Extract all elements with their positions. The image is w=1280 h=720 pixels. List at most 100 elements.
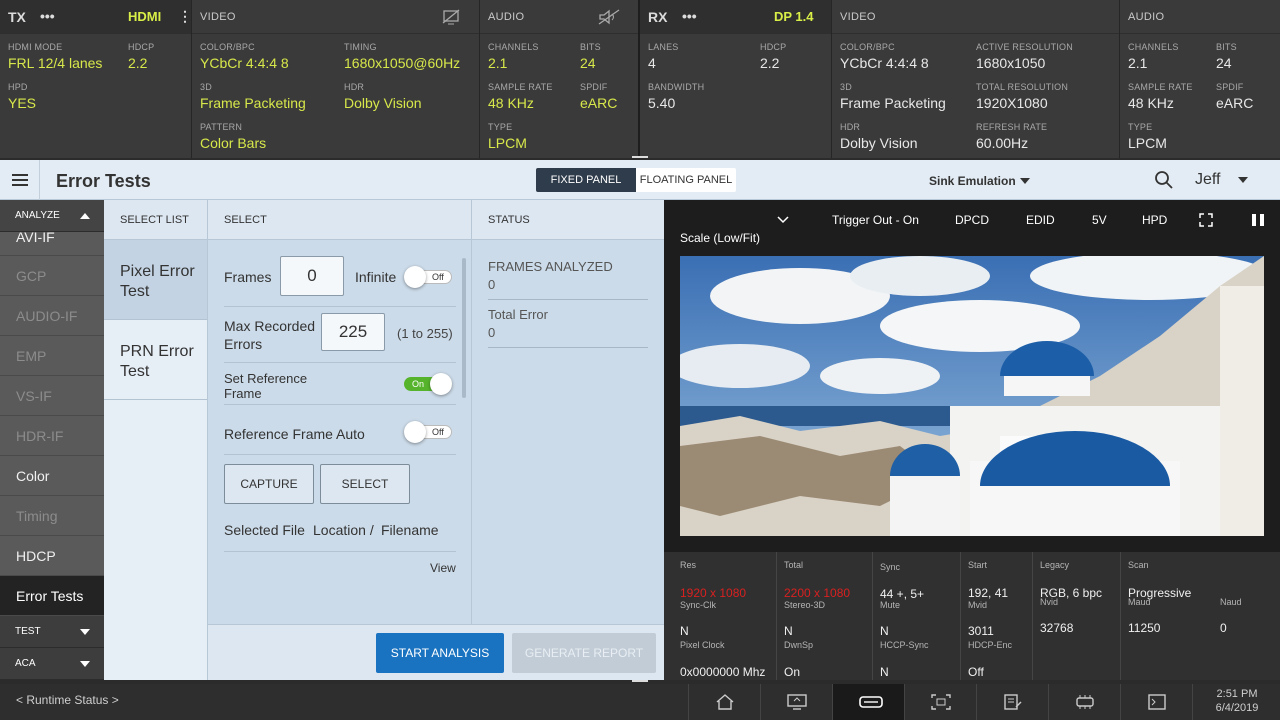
max-errors-input[interactable]: 225	[321, 313, 385, 351]
scale-label[interactable]: Scale (Low/Fit)	[680, 231, 760, 245]
rx-mode: DP 1.4	[774, 9, 814, 24]
sidebar-test-label: TEST	[15, 626, 41, 637]
nav-capture[interactable]	[904, 684, 976, 720]
mode-chevron-down-icon[interactable]	[1020, 178, 1030, 184]
trigger-out-button[interactable]: Trigger Out - On	[832, 213, 919, 227]
nav-monitor[interactable]	[760, 684, 832, 720]
sidebar-test-header[interactable]: TEST	[0, 616, 104, 648]
rx-audio-section: AUDIO CHANNELS 2.1 BITS 24 SAMPLE RATE 4…	[1120, 0, 1280, 158]
sidebar-item-vs-if[interactable]: VS-IF	[0, 376, 104, 416]
rx-spdif-label: SPDIF	[1216, 82, 1244, 92]
monitor-off-icon[interactable]	[442, 9, 460, 25]
frames-input[interactable]: 0	[280, 256, 344, 296]
edid-button[interactable]: EDID	[1026, 213, 1055, 227]
start-value: 192, 41	[968, 586, 1009, 600]
sidebar-aca-header[interactable]: ACA	[0, 648, 104, 680]
selected-file-location: Location /	[313, 522, 378, 538]
total-value: 2200 x 1080	[784, 586, 851, 600]
sync-clk-label: Sync-Clk	[680, 600, 717, 610]
select-panel: Frames 0 Infinite Off Max Recorded Error…	[208, 240, 472, 624]
tx-hdcp: 2.2	[128, 55, 148, 71]
reference-auto-toggle[interactable]: Off	[404, 421, 452, 443]
cable-icon	[859, 696, 883, 708]
floating-panel-button[interactable]: FLOATING PANEL	[636, 168, 736, 192]
rx-section: RX ••• DP 1.4 LANES 4 HDCP 2.2 BANDWIDTH…	[640, 0, 832, 158]
runtime-status-link[interactable]: < Runtime Status >	[16, 693, 119, 707]
bottom-drag-handle[interactable]	[632, 680, 648, 682]
select-button[interactable]: SELECT	[320, 464, 410, 504]
mode-select[interactable]: Sink Emulation	[929, 174, 1016, 188]
rx-bw: 5.40	[648, 95, 676, 111]
nav-network[interactable]	[1048, 684, 1120, 720]
rx-color: YCbCr 4:4:4 8	[840, 55, 929, 71]
scrollbar[interactable]	[462, 258, 466, 398]
dpcd-button[interactable]: DPCD	[955, 213, 989, 227]
tx-hdr: Dolby Vision	[344, 95, 422, 111]
rx-hdr: Dolby Vision	[840, 135, 918, 151]
selected-file-label: Selected File	[224, 522, 305, 538]
set-reference-state: On	[412, 379, 425, 389]
capture-button[interactable]: CAPTURE	[224, 464, 314, 504]
sidebar-item-avi-if[interactable]: AVI-IF	[0, 230, 104, 256]
nav-terminal[interactable]	[1120, 684, 1192, 720]
nvid-value: 32768	[1040, 621, 1074, 635]
search-icon[interactable]	[1154, 170, 1174, 190]
generate-report-button[interactable]: GENERATE REPORT	[512, 633, 656, 673]
nav-cable[interactable]	[832, 684, 904, 720]
start-analysis-button[interactable]: START ANALYSIS	[376, 633, 504, 673]
fullscreen-icon[interactable]	[1199, 213, 1213, 227]
chevron-down-icon[interactable]	[777, 216, 789, 224]
rx-more-icon[interactable]: •••	[682, 8, 697, 24]
sidebar-item-timing[interactable]: Timing	[0, 496, 104, 536]
set-reference-toggle[interactable]: On	[404, 373, 452, 395]
action-bar: START ANALYSIS GENERATE REPORT	[208, 624, 664, 680]
sidebar-item-color[interactable]: Color	[0, 456, 104, 496]
view-link[interactable]: View	[430, 561, 456, 575]
list-item-label: Pixel Error Test	[120, 263, 195, 300]
speaker-off-icon[interactable]	[598, 9, 620, 25]
tx-more-icon[interactable]: •••	[40, 8, 55, 24]
top-drag-handle[interactable]	[632, 156, 648, 158]
clock-time: 2:51 PM	[1216, 688, 1258, 700]
hpd-button[interactable]: HPD	[1142, 213, 1167, 227]
rx-channels: 2.1	[1128, 55, 1148, 71]
sidebar-item-audio-if[interactable]: AUDIO-IF	[0, 296, 104, 336]
user-chevron-down-icon[interactable]	[1238, 177, 1248, 183]
main-panel: Error Tests FIXED PANEL FLOATING PANEL S…	[0, 160, 1280, 680]
rx-total: 1920X1080	[976, 95, 1048, 111]
mute-value: N	[880, 624, 889, 638]
nav-home[interactable]	[688, 684, 760, 720]
rx-bw-label: BANDWIDTH	[648, 82, 705, 92]
infinite-toggle[interactable]: Off	[404, 266, 452, 288]
fixed-panel-button[interactable]: FIXED PANEL	[536, 168, 636, 192]
tx-hdcp-label: HDCP	[128, 42, 155, 52]
legacy-label: Legacy	[1040, 560, 1070, 570]
sidebar-item-error-tests[interactable]: Error Tests	[0, 576, 104, 616]
page-title: Error Tests	[56, 171, 151, 191]
list-item-prn-error[interactable]: PRN Error Test	[104, 320, 207, 400]
status-panel: FRAMES ANALYZED 0 Total Error 0	[472, 240, 664, 624]
sidebar-analyze-header[interactable]: ANALYZE	[0, 200, 104, 232]
tx-sample: 48 KHz	[488, 95, 534, 111]
tx-menu-icon[interactable]: ⋮	[178, 8, 192, 25]
nav-report[interactable]	[976, 684, 1048, 720]
sidebar-item-hdcp[interactable]: HDCP	[0, 536, 104, 576]
user-name[interactable]: Jeff	[1195, 171, 1221, 189]
rx-lanes-label: LANES	[648, 42, 679, 52]
list-item-pixel-error[interactable]: Pixel Error Test	[104, 240, 207, 320]
clock: 2:51 PM 6/4/2019	[1192, 684, 1280, 720]
stereo-label: Stereo-3D	[784, 600, 826, 610]
rx-hdcp-label: HDCP	[760, 42, 787, 52]
5v-button[interactable]: 5V	[1092, 213, 1107, 227]
rx-bits-label: BITS	[1216, 42, 1237, 52]
total-label: Total	[784, 560, 804, 570]
sidebar-item-hdr-if[interactable]: HDR-IF	[0, 416, 104, 456]
reference-auto-state: Off	[432, 427, 444, 437]
home-icon	[716, 694, 734, 710]
sidebar-item-emp[interactable]: EMP	[0, 336, 104, 376]
scan-label: Scan	[1128, 560, 1149, 570]
pause-icon[interactable]	[1251, 213, 1265, 227]
menu-icon[interactable]	[0, 160, 40, 200]
sidebar-item-gcp[interactable]: GCP	[0, 256, 104, 296]
app-header: Error Tests FIXED PANEL FLOATING PANEL S…	[0, 160, 1280, 200]
